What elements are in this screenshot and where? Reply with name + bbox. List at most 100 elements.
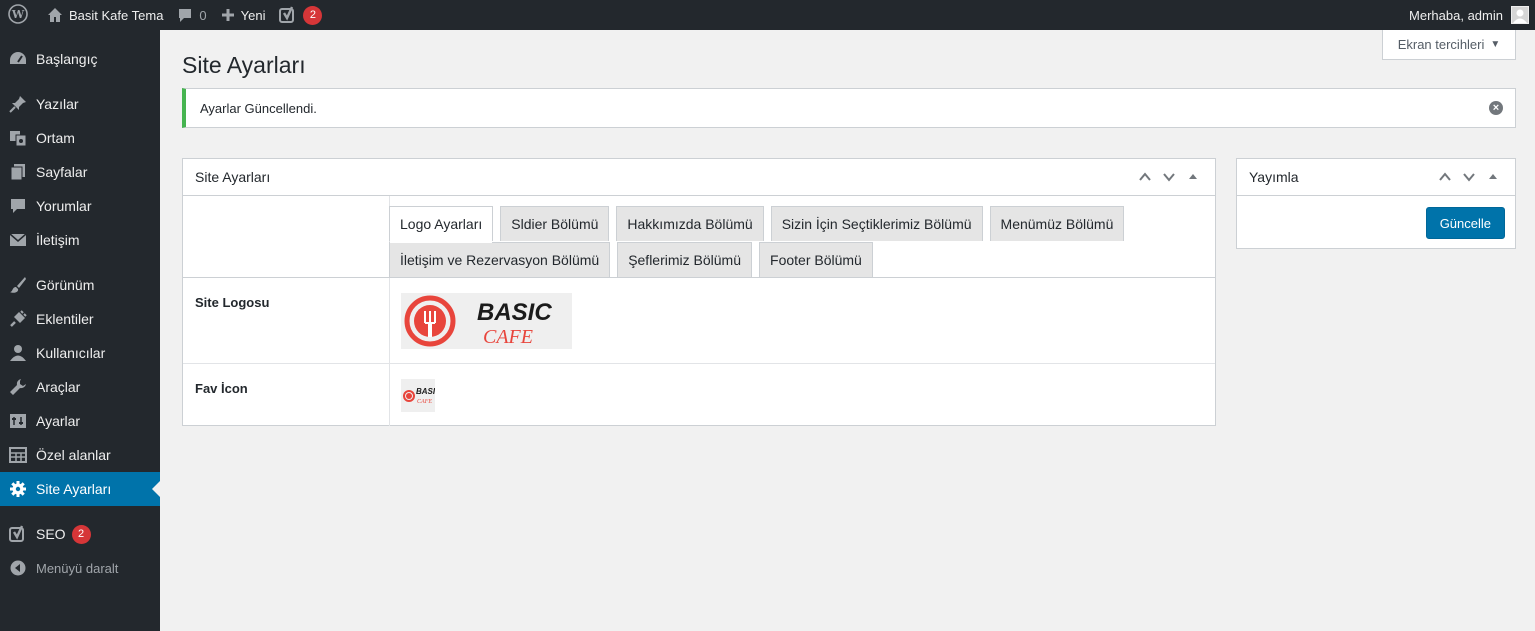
- move-down-icon[interactable]: [1461, 169, 1477, 185]
- sidebar-item-comments[interactable]: Yorumlar: [0, 189, 160, 223]
- wrench-icon: [9, 378, 27, 396]
- sidebar-item-label: Başlangıç: [36, 51, 98, 67]
- dismiss-icon[interactable]: ×: [1489, 101, 1503, 115]
- new-content-button[interactable]: Yeni: [214, 0, 273, 30]
- move-up-icon[interactable]: [1437, 169, 1453, 185]
- success-notice: Ayarlar Güncellendi. ×: [182, 88, 1516, 128]
- tab-about-section[interactable]: Hakkımızda Bölümü: [616, 206, 764, 241]
- comments-link[interactable]: 0: [170, 0, 213, 30]
- box-header: Site Ayarları: [183, 159, 1215, 196]
- site-name: Basit Kafe Tema: [69, 7, 164, 23]
- sidebar-item-label: Ortam: [36, 130, 75, 146]
- collapse-menu-button[interactable]: Menüyü daralt: [0, 551, 160, 585]
- sidebar-item-users[interactable]: Kullanıcılar: [0, 336, 160, 370]
- sidebar-item-label: Site Ayarları: [36, 481, 112, 497]
- comment-icon: [9, 197, 27, 215]
- sidebar-item-label: Ayarlar: [36, 413, 81, 429]
- tab-menu-section[interactable]: Menümüz Bölümü: [989, 206, 1125, 241]
- move-up-icon[interactable]: [1137, 169, 1153, 185]
- publish-box: Yayımla Güncelle: [1236, 158, 1516, 249]
- collapse-arrow-icon: [9, 559, 27, 577]
- sidebar-item-dashboard[interactable]: Başlangıç: [0, 42, 160, 76]
- tab-label: Menümüz Bölümü: [1000, 216, 1114, 232]
- site-logo-image[interactable]: BASIC CAFE: [401, 293, 572, 349]
- main-content: Ekran tercihleri ▼ Site Ayarları Ayarlar…: [160, 30, 1535, 631]
- toggle-panel-icon[interactable]: [1185, 169, 1201, 185]
- tab-contact-reservation-section[interactable]: İletişim ve Rezervasyon Bölümü: [389, 242, 611, 277]
- seo-badge: 2: [71, 524, 91, 544]
- site-logo-row: Site Logosu BASIC CAFE: [183, 278, 1215, 364]
- admin-bar: W Basit Kafe Tema 0 Yeni 2 Merhaba, admi…: [0, 0, 1535, 30]
- tab-logo-settings[interactable]: Logo Ayarları: [389, 206, 494, 243]
- favicon-row: Fav İcon BASIC CAFE: [183, 364, 1215, 426]
- sidebar-item-posts[interactable]: Yazılar: [0, 87, 160, 121]
- sidebar-item-seo[interactable]: SEO 2: [0, 517, 160, 551]
- sidebar-item-custom-fields[interactable]: Özel alanlar: [0, 438, 160, 472]
- sidebar-item-label: İletişim: [36, 232, 80, 248]
- column-divider: [389, 278, 390, 363]
- tab-footer-section[interactable]: Footer Bölümü: [759, 242, 873, 277]
- favicon-image[interactable]: BASIC CAFE: [401, 379, 435, 412]
- tab-label: İletişim ve Rezervasyon Bölümü: [400, 252, 600, 268]
- sidebar-item-settings[interactable]: Ayarlar: [0, 404, 160, 438]
- greeting: Merhaba, admin: [1409, 7, 1503, 23]
- tab-label: Şeflerimiz Bölümü: [628, 252, 742, 268]
- yoast-icon: [279, 6, 297, 24]
- sidebar-item-appearance[interactable]: Görünüm: [0, 268, 160, 302]
- row-label: Site Logosu: [195, 295, 270, 310]
- box-title: Site Ayarları: [195, 169, 271, 185]
- column-divider: [389, 364, 390, 426]
- move-down-icon[interactable]: [1161, 169, 1177, 185]
- media-icon: [9, 129, 27, 147]
- tab-label: Hakkımızda Bölümü: [627, 216, 753, 232]
- seo-menu-button[interactable]: 2: [272, 0, 329, 30]
- comment-icon: [177, 7, 193, 23]
- sliders-icon: [9, 412, 27, 430]
- favicon-text-basic: BASIC: [416, 387, 435, 396]
- home-icon: [47, 7, 63, 23]
- sidebar-item-plugins[interactable]: Eklentiler: [0, 302, 160, 336]
- collapse-label: Menüyü daralt: [36, 560, 119, 576]
- comments-count: 0: [199, 7, 207, 23]
- update-button[interactable]: Güncelle: [1425, 207, 1505, 239]
- site-name-link[interactable]: Basit Kafe Tema: [40, 0, 170, 30]
- page-icon: [9, 163, 27, 181]
- page-title: Site Ayarları: [182, 52, 306, 78]
- tab-slider-section[interactable]: Sldier Bölümü: [500, 206, 610, 241]
- seo-badge: 2: [303, 5, 323, 25]
- settings-tabs: Logo Ayarları Sldier Bölümü Hakkımızda B…: [389, 206, 1149, 278]
- brush-icon: [9, 276, 27, 294]
- favicon-logo-graphic: BASIC CAFE: [403, 387, 435, 405]
- row-label: Fav İcon: [195, 381, 248, 396]
- sidebar-item-tools[interactable]: Araçlar: [0, 370, 160, 404]
- screen-options-button[interactable]: Ekran tercihleri ▼: [1382, 30, 1516, 60]
- logo-text-cafe: CAFE: [483, 326, 533, 348]
- sidebar-item-label: Özel alanlar: [36, 447, 111, 463]
- sidebar-item-label: Yorumlar: [36, 198, 92, 214]
- account-menu[interactable]: Merhaba, admin: [1409, 0, 1535, 30]
- sidebar-item-media[interactable]: Ortam: [0, 121, 160, 155]
- tab-label: Footer Bölümü: [770, 252, 862, 268]
- svg-text:W: W: [11, 8, 25, 21]
- site-settings-box: Site Ayarları Logo Ayarları Sldier Bölüm…: [182, 158, 1216, 426]
- tab-selected-section[interactable]: Sizin İçin Seçtiklerimiz Bölümü: [770, 206, 983, 241]
- wordpress-icon: W: [8, 3, 28, 27]
- tab-chefs-section[interactable]: Şeflerimiz Bölümü: [617, 242, 753, 277]
- pin-icon: [9, 95, 27, 113]
- sidebar-item-site-settings[interactable]: Site Ayarları: [0, 472, 160, 506]
- wordpress-logo-button[interactable]: W: [0, 0, 40, 30]
- sidebar-item-label: Yazılar: [36, 96, 79, 112]
- new-label: Yeni: [240, 7, 266, 23]
- yoast-icon: [9, 525, 27, 543]
- favicon-text-cafe: CAFE: [417, 399, 432, 405]
- sidebar-item-pages[interactable]: Sayfalar: [0, 155, 160, 189]
- logo-text-basic: BASIC: [477, 299, 552, 326]
- box-header: Yayımla: [1237, 159, 1515, 196]
- toggle-panel-icon[interactable]: [1485, 169, 1501, 185]
- screen-options-label: Ekran tercihleri: [1397, 37, 1485, 52]
- mail-icon: [9, 231, 27, 249]
- sidebar-item-label: Kullanıcılar: [36, 345, 106, 361]
- user-icon: [9, 344, 27, 362]
- sidebar-item-contact[interactable]: İletişim: [0, 223, 160, 257]
- dashboard-icon: [9, 50, 27, 68]
